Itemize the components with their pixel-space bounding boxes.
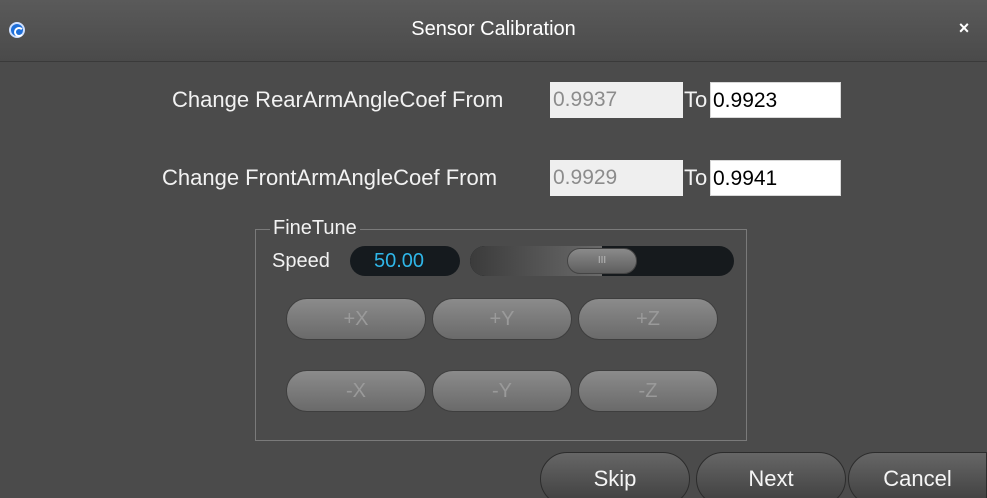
- rear-arm-label: Change RearArmAngleCoef From: [172, 87, 504, 112]
- front-from-field: 0.9929: [550, 160, 683, 196]
- speed-slider[interactable]: III: [470, 246, 734, 276]
- speed-label: Speed: [272, 250, 330, 272]
- speed-value: 50.00: [350, 246, 460, 276]
- speed-slider-handle[interactable]: III: [567, 248, 637, 274]
- front-to-label: To: [684, 165, 708, 190]
- cancel-button[interactable]: Cancel: [848, 452, 987, 498]
- rear-to-input[interactable]: 0.9923: [710, 82, 841, 118]
- finetune-title: FineTune: [270, 217, 360, 240]
- jog-minus-x-button[interactable]: -X: [286, 370, 426, 412]
- front-to-input[interactable]: 0.9941: [710, 160, 841, 196]
- front-arm-label: Change FrontArmAngleCoef From: [162, 165, 498, 190]
- window-title: Sensor Calibration: [411, 18, 576, 40]
- rear-arm-row: Change RearArmAngleCoef From 0.9937 To 0…: [0, 82, 987, 118]
- title-bar: Sensor Calibration ×: [0, 0, 987, 62]
- jog-minus-z-button[interactable]: -Z: [578, 370, 718, 412]
- jog-minus-y-button[interactable]: -Y: [432, 370, 572, 412]
- jog-plus-y-button[interactable]: +Y: [432, 298, 572, 340]
- close-icon[interactable]: ×: [953, 16, 975, 40]
- front-arm-row: Change FrontArmAngleCoef From 0.9929 To …: [0, 160, 987, 196]
- skip-button[interactable]: Skip: [540, 452, 690, 498]
- next-button[interactable]: Next: [696, 452, 846, 498]
- rear-from-field: 0.9937: [550, 82, 683, 118]
- rear-to-label: To: [684, 87, 708, 112]
- jog-plus-x-button[interactable]: +X: [286, 298, 426, 340]
- jog-plus-z-button[interactable]: +Z: [578, 298, 718, 340]
